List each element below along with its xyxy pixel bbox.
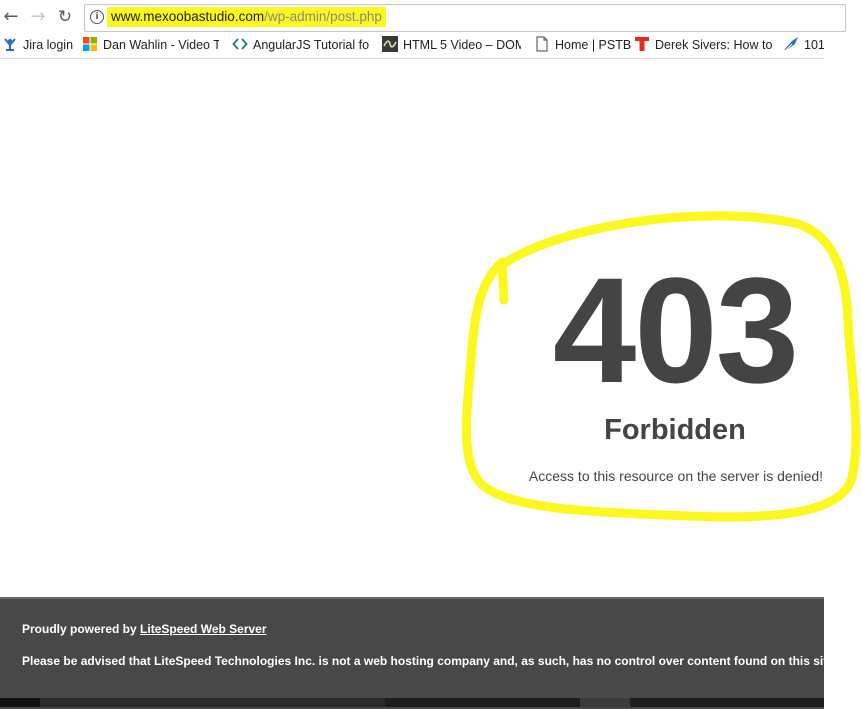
url-text[interactable]: www.mexoobastudio.com/wp-admin/post.php — [107, 7, 386, 27]
bookmark-derek-sivers[interactable]: Derek Sivers: How to s — [634, 34, 772, 56]
taskbar-segment — [40, 698, 385, 707]
reload-icon: ↻ — [57, 7, 73, 27]
reload-button[interactable]: ↻ — [54, 5, 76, 29]
forward-button[interactable]: → — [27, 5, 49, 29]
taskbar-strip — [0, 698, 824, 707]
info-icon[interactable]: i — [90, 10, 104, 24]
bookmark-dan-wahlin[interactable]: Dan Wahlin - Video Tu — [82, 34, 219, 56]
powered-by-prefix: Proudly powered by — [22, 622, 141, 636]
address-bar[interactable]: i www.mexoobastudio.com/wp-admin/post.ph… — [84, 4, 846, 32]
bookmark-101[interactable]: 101 — [783, 34, 824, 56]
windows-logo-icon — [82, 36, 98, 52]
bookmark-home-pstb[interactable]: Home | PSTB — [534, 34, 639, 56]
litespeed-link[interactable]: LiteSpeed Web Server — [140, 622, 267, 636]
letter-t-icon — [634, 36, 650, 52]
advisory-text: Please be advised that LiteSpeed Technol… — [22, 654, 838, 668]
bird-icon — [783, 36, 799, 52]
bookmarks-bar: Jira login Dan Wahlin - Video Tu Angular… — [0, 34, 824, 56]
taskbar-segment — [0, 698, 40, 707]
page-icon — [534, 36, 550, 52]
error-reason: Forbidden — [604, 414, 746, 446]
bookmark-angularjs-tutorial[interactable]: AngularJS Tutorial for — [232, 34, 369, 56]
bookmark-html5-video[interactable]: HTML 5 Video – DOM — [382, 34, 521, 56]
url-path: /wp-admin/post.php — [264, 9, 382, 24]
wave-icon — [382, 36, 398, 52]
error-code: 403 — [552, 246, 799, 414]
browser-chrome: ← → ↻ i www.mexoobastudio.com/wp-admin/p… — [0, 0, 846, 59]
arrow-right-icon: → — [30, 6, 46, 27]
taskbar-segment — [580, 698, 630, 707]
arrow-left-icon: ← — [3, 6, 19, 27]
server-footer: Proudly powered by LiteSpeed Web Server … — [0, 597, 837, 709]
code-brackets-icon — [232, 36, 248, 52]
navigation-toolbar: ← → ↻ i www.mexoobastudio.com/wp-admin/p… — [0, 4, 846, 32]
error-message: Access to this resource on the server is… — [528, 468, 824, 484]
back-button[interactable]: ← — [0, 5, 22, 29]
url-host: www.mexoobastudio.com — [111, 9, 265, 24]
jira-icon — [2, 36, 18, 52]
powered-by-text: Proudly powered by LiteSpeed Web Server — [22, 621, 267, 637]
bookmark-jira-login[interactable]: Jira login — [2, 34, 83, 56]
